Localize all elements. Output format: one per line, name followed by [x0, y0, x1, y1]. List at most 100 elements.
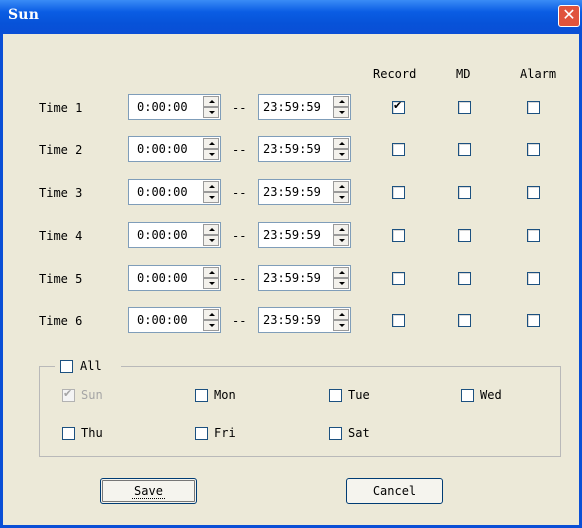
start-time-spinner[interactable] [203, 309, 219, 331]
spin-up-icon[interactable] [203, 138, 219, 149]
spin-down-icon[interactable] [333, 107, 349, 118]
spin-up-icon[interactable] [203, 309, 219, 320]
md-checkbox[interactable] [458, 143, 471, 156]
end-time-field[interactable]: 23:59:59 [258, 94, 351, 120]
end-time-spinner[interactable] [333, 181, 349, 203]
alarm-checkbox[interactable] [527, 229, 540, 242]
all-days-checkbox[interactable] [60, 360, 73, 373]
tue-label: Tue [348, 388, 370, 402]
sun-checkbox[interactable] [62, 387, 75, 402]
record-checkbox[interactable] [392, 272, 405, 285]
record-checkbox[interactable] [392, 99, 405, 114]
alarm-checkbox[interactable] [527, 314, 540, 327]
spin-down-icon[interactable] [333, 278, 349, 289]
thu-checkbox[interactable] [62, 427, 75, 440]
mon-checkbox[interactable] [195, 389, 208, 402]
sat-label: Sat [348, 426, 370, 440]
cancel-button[interactable]: Cancel [346, 478, 443, 504]
wed-checkbox[interactable] [461, 389, 474, 402]
end-time-spinner[interactable] [333, 224, 349, 246]
record-checkbox[interactable] [392, 143, 405, 156]
spin-down-icon[interactable] [333, 149, 349, 160]
spin-up-icon[interactable] [203, 224, 219, 235]
sun-label: Sun [81, 388, 103, 402]
end-time-spinner[interactable] [333, 267, 349, 289]
fri-label: Fri [214, 426, 236, 440]
spin-up-icon[interactable] [333, 138, 349, 149]
start-time-field[interactable]: 0:00:00 [128, 222, 221, 248]
record-checkbox[interactable] [392, 186, 405, 199]
md-header: MD [456, 67, 471, 81]
window-title: Sun [8, 7, 40, 23]
alarm-checkbox[interactable] [527, 101, 540, 114]
title-bar[interactable]: Sun ✕ [0, 0, 582, 34]
start-time-field[interactable]: 0:00:00 [128, 136, 221, 162]
start-time-field[interactable]: 0:00:00 [128, 179, 221, 205]
spin-up-icon[interactable] [333, 181, 349, 192]
start-time-spinner[interactable] [203, 181, 219, 203]
start-time-spinner[interactable] [203, 96, 219, 118]
schedule-dialog: Sun ✕ Record MD Alarm Time 1 0:00:00 -- … [0, 0, 582, 528]
spin-up-icon[interactable] [333, 224, 349, 235]
spin-down-icon[interactable] [203, 149, 219, 160]
sat-checkbox[interactable] [329, 427, 342, 440]
md-checkbox[interactable] [458, 272, 471, 285]
time-label: Time 4 [39, 229, 83, 243]
end-time-spinner[interactable] [333, 138, 349, 160]
tue-checkbox[interactable] [329, 389, 342, 402]
record-checkbox[interactable] [392, 314, 405, 327]
fri-checkbox[interactable] [195, 427, 208, 440]
all-days-label: All [80, 359, 102, 373]
end-time-field[interactable]: 23:59:59 [258, 307, 351, 333]
end-time-spinner[interactable] [333, 309, 349, 331]
end-time-field[interactable]: 23:59:59 [258, 179, 351, 205]
spin-up-icon[interactable] [333, 267, 349, 278]
end-time-spinner[interactable] [333, 96, 349, 118]
md-checkbox[interactable] [458, 229, 471, 242]
alarm-checkbox[interactable] [527, 186, 540, 199]
spin-down-icon[interactable] [203, 235, 219, 246]
md-checkbox[interactable] [458, 314, 471, 327]
close-icon: ✕ [562, 5, 576, 24]
alarm-checkbox[interactable] [527, 272, 540, 285]
end-time-field[interactable]: 23:59:59 [258, 222, 351, 248]
wed-label: Wed [480, 388, 502, 402]
md-checkbox[interactable] [458, 101, 471, 114]
thu-label: Thu [81, 426, 103, 440]
spin-down-icon[interactable] [333, 235, 349, 246]
spin-up-icon[interactable] [333, 309, 349, 320]
spin-down-icon[interactable] [203, 320, 219, 331]
time-label: Time 6 [39, 314, 83, 328]
spin-down-icon[interactable] [333, 320, 349, 331]
range-separator: -- [232, 101, 247, 115]
end-time-field[interactable]: 23:59:59 [258, 136, 351, 162]
record-checkbox[interactable] [392, 229, 405, 242]
alarm-checkbox[interactable] [527, 143, 540, 156]
range-separator: -- [232, 229, 247, 243]
spin-down-icon[interactable] [333, 192, 349, 203]
close-button[interactable]: ✕ [558, 5, 580, 27]
spin-up-icon[interactable] [333, 96, 349, 107]
start-time-field[interactable]: 0:00:00 [128, 307, 221, 333]
record-header: Record [373, 67, 417, 81]
end-time-field[interactable]: 23:59:59 [258, 265, 351, 291]
days-group [39, 366, 561, 457]
alarm-header: Alarm [520, 67, 557, 81]
spin-up-icon[interactable] [203, 96, 219, 107]
range-separator: -- [232, 186, 247, 200]
start-time-field[interactable]: 0:00:00 [128, 265, 221, 291]
spin-down-icon[interactable] [203, 107, 219, 118]
start-time-spinner[interactable] [203, 138, 219, 160]
spin-up-icon[interactable] [203, 267, 219, 278]
range-separator: -- [232, 272, 247, 286]
save-button[interactable]: Save [100, 478, 197, 504]
spin-up-icon[interactable] [203, 181, 219, 192]
range-separator: -- [232, 314, 247, 328]
spin-down-icon[interactable] [203, 278, 219, 289]
start-time-spinner[interactable] [203, 267, 219, 289]
start-time-spinner[interactable] [203, 224, 219, 246]
md-checkbox[interactable] [458, 186, 471, 199]
time-label: Time 3 [39, 186, 83, 200]
spin-down-icon[interactable] [203, 192, 219, 203]
start-time-field[interactable]: 0:00:00 [128, 94, 221, 120]
